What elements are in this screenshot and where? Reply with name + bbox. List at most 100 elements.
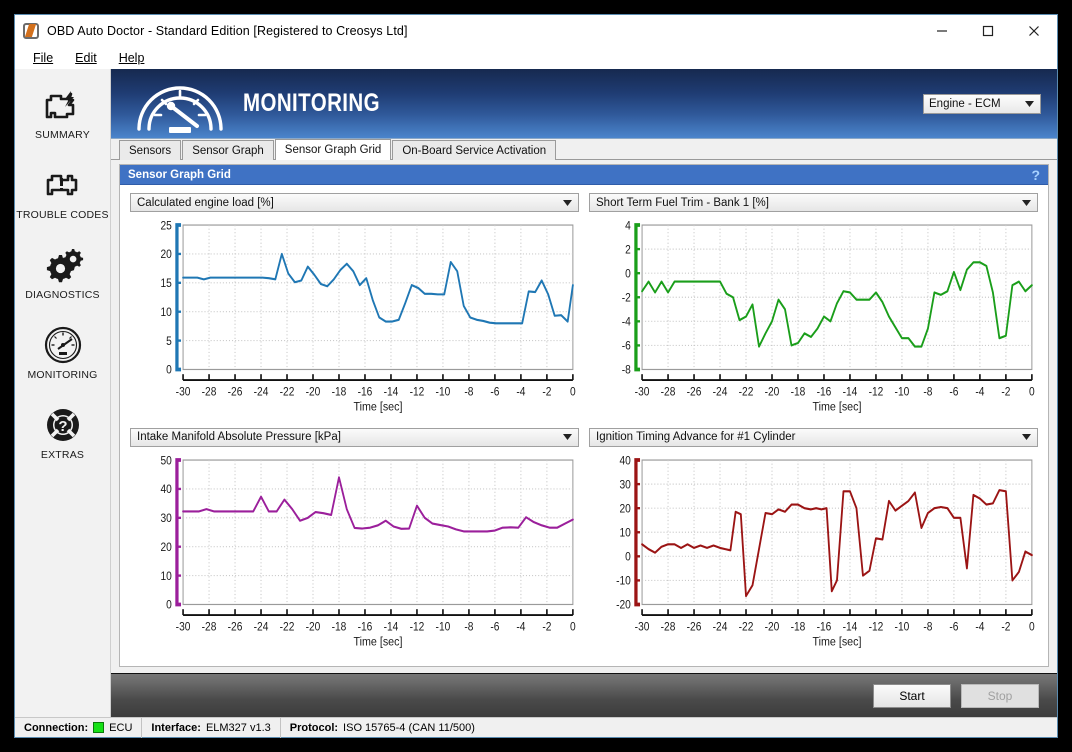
start-button[interactable]: Start: [873, 684, 951, 708]
chart-cell-0: Calculated engine load [%]0510152025-30-…: [130, 193, 579, 424]
svg-text:-30: -30: [176, 620, 191, 633]
ecu-selector[interactable]: Engine - ECM: [923, 94, 1041, 114]
connection-led-icon: [93, 722, 104, 733]
svg-text:-26: -26: [228, 386, 243, 399]
svg-text:20: 20: [160, 541, 171, 554]
sensor-selector-2[interactable]: Intake Manifold Absolute Pressure [kPa]: [130, 428, 579, 447]
chevron-down-icon: [1022, 431, 1031, 443]
main-content: MONITORING Engine - ECM Sensors Sensor G…: [111, 69, 1057, 717]
menu-edit[interactable]: Edit: [75, 51, 97, 65]
sidebar-item-diagnostics[interactable]: DIAGNOSTICS: [15, 243, 111, 323]
tab-sensors[interactable]: Sensors: [119, 140, 181, 160]
close-icon[interactable]: [1011, 15, 1057, 47]
svg-text:-2: -2: [1001, 620, 1010, 633]
svg-text:-14: -14: [843, 620, 858, 633]
svg-text:-24: -24: [713, 620, 728, 633]
svg-text:-16: -16: [817, 386, 832, 399]
help-icon[interactable]: ?: [1031, 168, 1040, 182]
menu-file[interactable]: File: [33, 51, 53, 65]
window-title: OBD Auto Doctor - Standard Edition [Regi…: [47, 24, 408, 38]
status-connection: Connection: ECU: [15, 718, 141, 738]
maximize-icon[interactable]: [965, 15, 1011, 47]
svg-text:0: 0: [625, 268, 631, 281]
engine-bolt-icon: [41, 83, 85, 127]
svg-text:0: 0: [166, 364, 172, 377]
tab-on-board-service-activation[interactable]: On-Board Service Activation: [392, 140, 556, 160]
svg-text:-6: -6: [949, 386, 958, 399]
svg-text:-12: -12: [410, 386, 425, 399]
svg-text:20: 20: [160, 249, 171, 262]
sidebar-label-summary: SUMMARY: [35, 129, 90, 141]
action-bar: Start Stop: [111, 673, 1057, 717]
svg-text:-10: -10: [895, 620, 910, 633]
stop-button: Stop: [961, 684, 1039, 708]
svg-text:-18: -18: [332, 620, 347, 633]
status-connection-label: Connection:: [24, 722, 88, 734]
svg-text:-6: -6: [949, 620, 958, 633]
panel-title: Sensor Graph Grid: [128, 169, 231, 181]
tab-sensor-graph-grid[interactable]: Sensor Graph Grid: [275, 139, 392, 160]
svg-text:-12: -12: [410, 620, 425, 633]
menu-help[interactable]: Help: [119, 51, 145, 65]
svg-text:-2: -2: [542, 620, 551, 633]
chevron-down-icon: [1025, 98, 1034, 110]
sensor-selector-1[interactable]: Short Term Fuel Trim - Bank 1 [%]: [589, 193, 1038, 212]
svg-text:Time [sec]: Time [sec]: [353, 635, 402, 648]
svg-text:-24: -24: [254, 620, 269, 633]
window-controls: [919, 15, 1057, 47]
svg-text:-24: -24: [254, 386, 269, 399]
svg-text:0: 0: [1029, 620, 1035, 633]
minimize-icon[interactable]: [919, 15, 965, 47]
svg-text:-4: -4: [975, 386, 984, 399]
svg-text:-8: -8: [464, 620, 473, 633]
svg-text:0: 0: [625, 550, 631, 563]
page-title: MONITORING: [243, 89, 380, 118]
status-interface-value: ELM327 v1.3: [206, 722, 271, 734]
sidebar-item-extras[interactable]: ? EXTRAS: [15, 403, 111, 483]
sidebar-item-trouble-codes[interactable]: TROUBLE CODES: [15, 163, 111, 243]
svg-text:-4: -4: [622, 316, 631, 329]
svg-text:0: 0: [166, 599, 172, 612]
sensor-selector-3[interactable]: Ignition Timing Advance for #1 Cylinder: [589, 428, 1038, 447]
svg-text:-22: -22: [739, 386, 754, 399]
gauge-icon: [43, 323, 83, 367]
sidebar-label-extras: EXTRAS: [41, 449, 84, 461]
sidebar-label-trouble-codes: TROUBLE CODES: [16, 209, 108, 221]
svg-text:5: 5: [166, 335, 172, 348]
sensor-selector-value-2: Intake Manifold Absolute Pressure [kPa]: [137, 431, 341, 443]
sidebar-label-diagnostics: DIAGNOSTICS: [25, 289, 100, 301]
status-protocol: Protocol: ISO 15765-4 (CAN 11/500): [280, 718, 484, 738]
tab-sensor-graph[interactable]: Sensor Graph: [182, 140, 274, 160]
status-connection-value: ECU: [109, 722, 132, 734]
svg-text:-6: -6: [490, 386, 499, 399]
chevron-down-icon: [563, 431, 572, 443]
chart-plot-0: 0510152025-30-28-26-24-22-20-18-16-14-12…: [130, 212, 579, 424]
chart-plot-3: -20-10010203040-30-28-26-24-22-20-18-16-…: [589, 447, 1038, 659]
chart-grid: Calculated engine load [%]0510152025-30-…: [120, 185, 1048, 666]
svg-text:-20: -20: [765, 620, 780, 633]
status-protocol-value: ISO 15765-4 (CAN 11/500): [343, 722, 475, 734]
life-ring-question-icon: ?: [43, 403, 83, 447]
sidebar-item-summary[interactable]: SUMMARY: [15, 83, 111, 163]
sidebar-nav: SUMMARY TROUBLE CODES: [15, 69, 111, 717]
svg-text:-8: -8: [622, 364, 631, 377]
status-bar: Connection: ECU Interface: ELM327 v1.3 P…: [15, 717, 1057, 737]
svg-text:50: 50: [160, 454, 171, 467]
svg-text:-28: -28: [202, 386, 217, 399]
chart-cell-1: Short Term Fuel Trim - Bank 1 [%] -8 -6 -4 -…: [589, 193, 1038, 424]
svg-text:-10: -10: [436, 620, 451, 633]
svg-text:20: 20: [619, 502, 630, 515]
svg-text:-12: -12: [869, 620, 884, 633]
chart-cell-3: Ignition Timing Advance for #1 Cylinder -…: [589, 428, 1038, 659]
engine-warning-icon: [41, 163, 85, 207]
sidebar-item-monitoring[interactable]: MONITORING: [15, 323, 111, 403]
svg-text:-18: -18: [791, 620, 806, 633]
svg-text:-28: -28: [661, 620, 676, 633]
svg-text:-18: -18: [791, 386, 806, 399]
svg-text:4: 4: [625, 220, 631, 233]
sensor-selector-0[interactable]: Calculated engine load [%]: [130, 193, 579, 212]
svg-text:-14: -14: [384, 386, 399, 399]
svg-text:-10: -10: [616, 575, 631, 588]
chevron-down-icon: [563, 197, 572, 209]
svg-text:-2: -2: [542, 386, 551, 399]
